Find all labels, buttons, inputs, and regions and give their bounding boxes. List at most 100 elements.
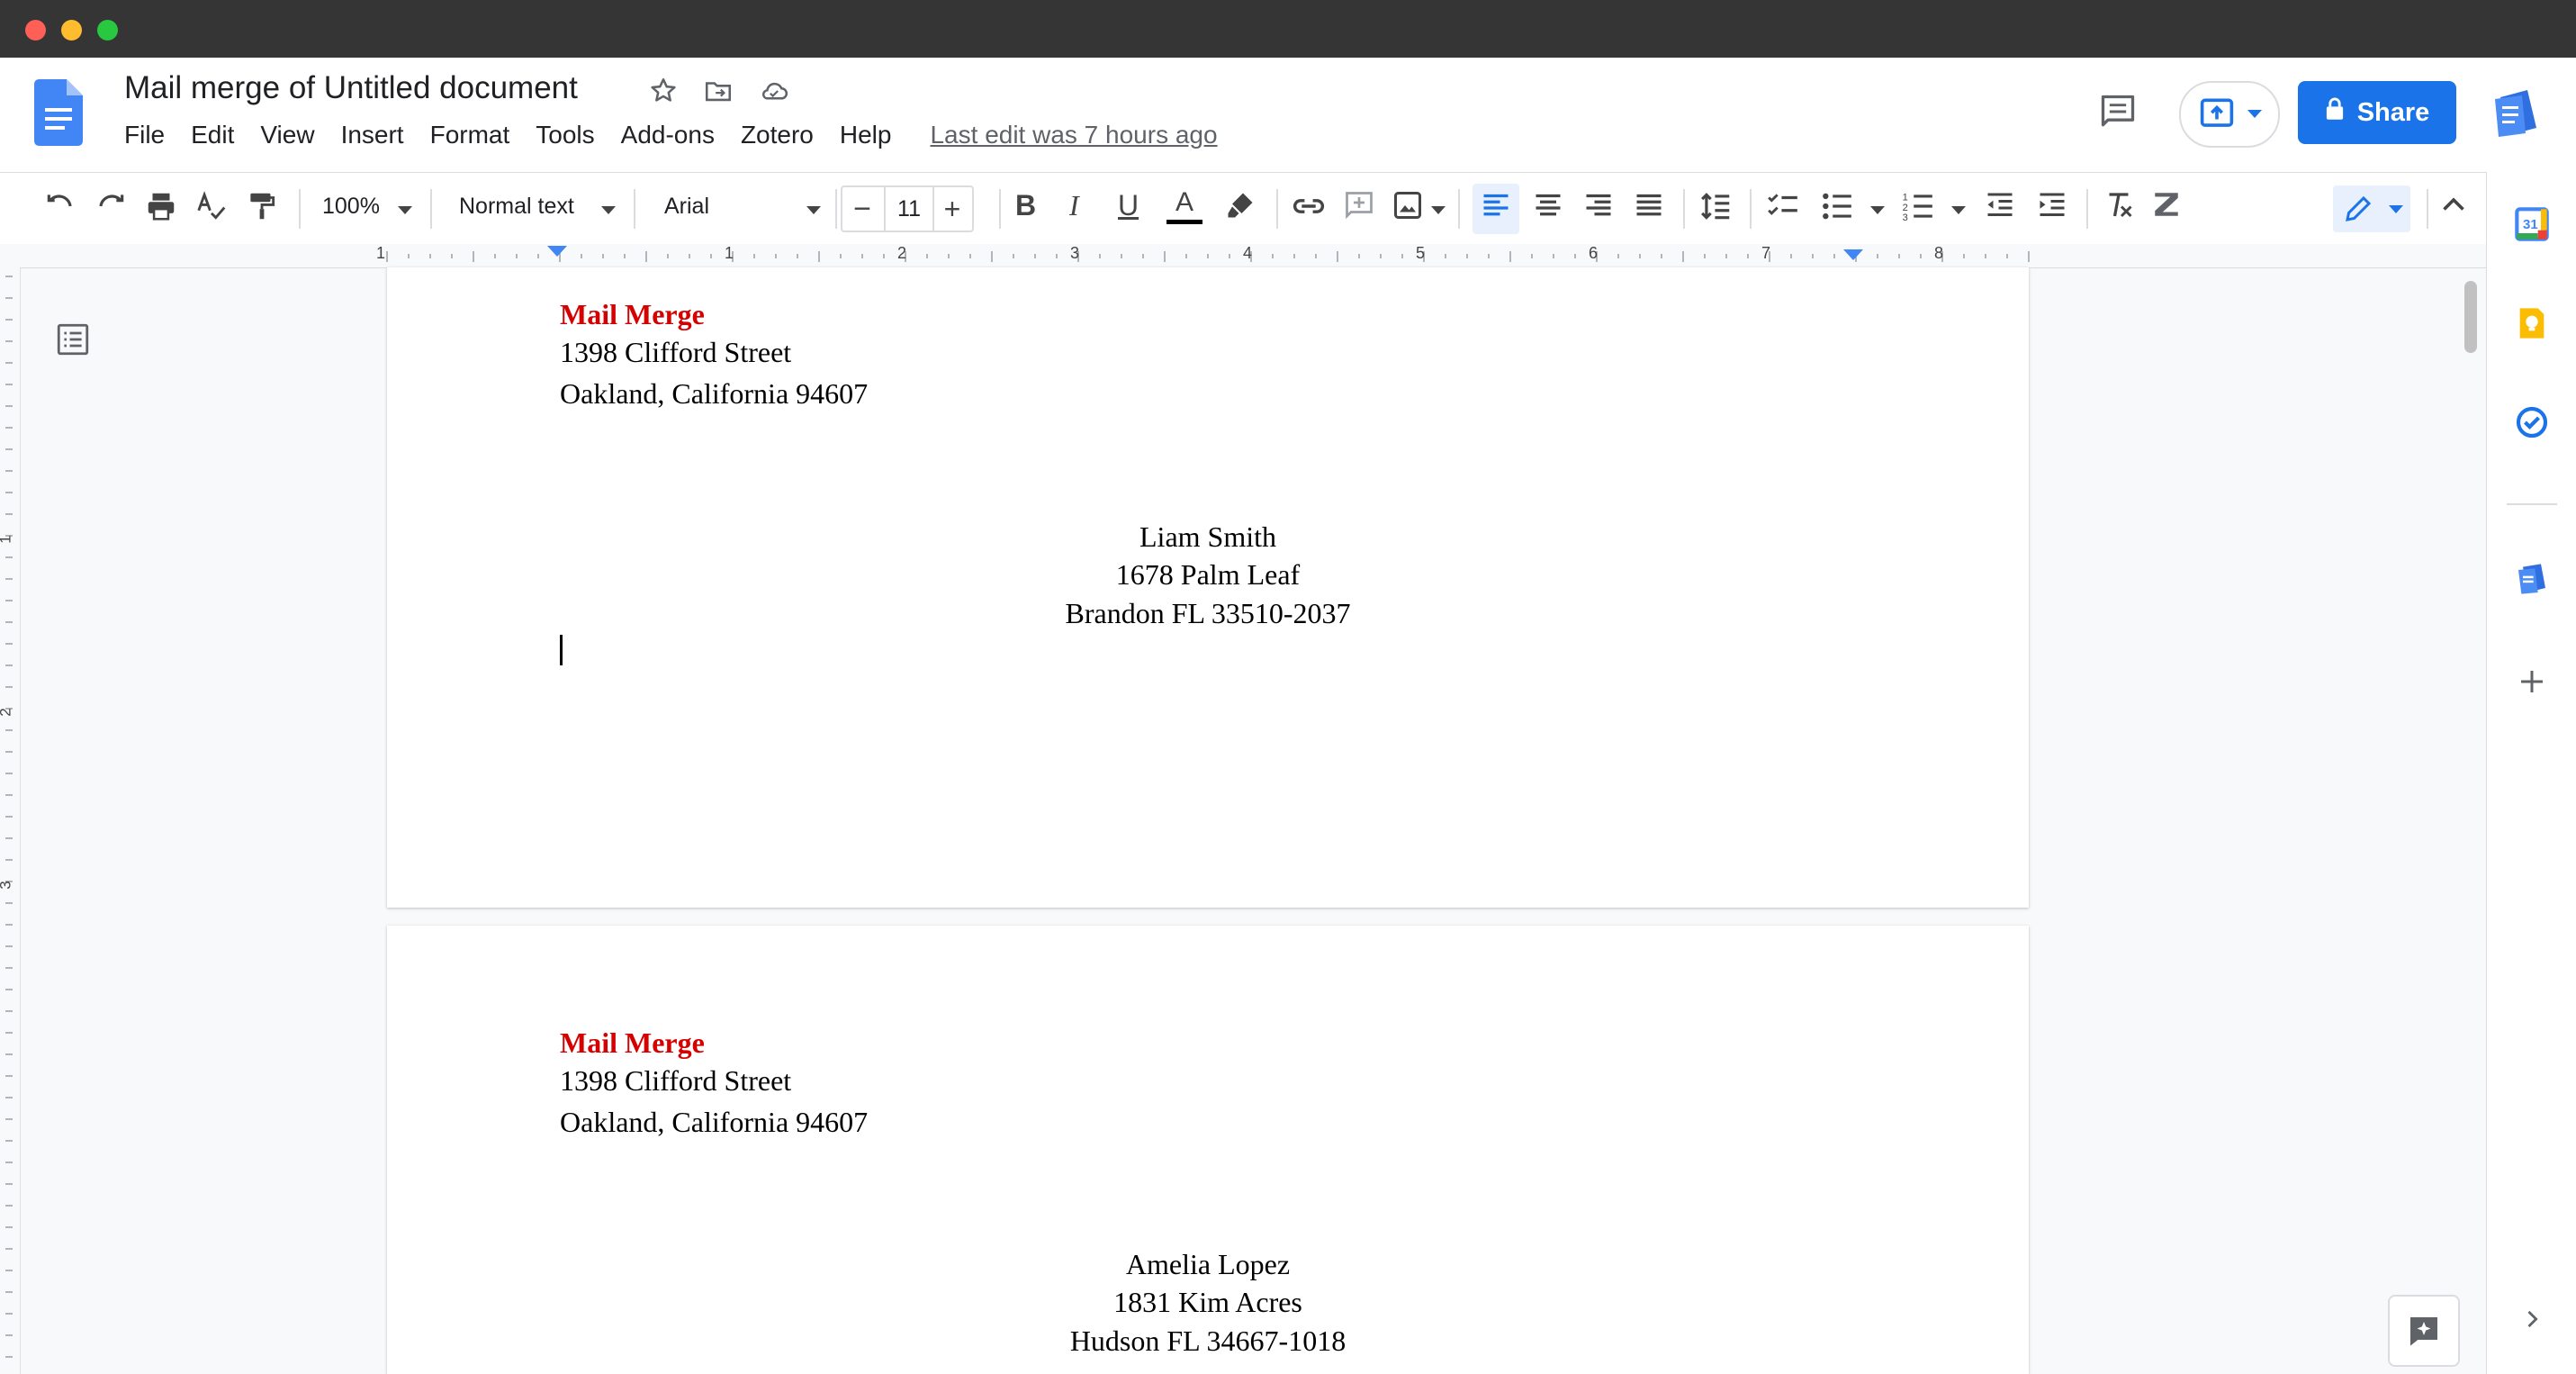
undo-icon[interactable]	[43, 189, 77, 223]
ruler-number: 1	[725, 244, 734, 262]
horizontal-ruler[interactable]: 1 1 2 3 4 5 6 7 8	[0, 244, 2486, 268]
spellcheck-icon[interactable]	[194, 189, 229, 223]
line-spacing-icon[interactable]	[1699, 189, 1734, 223]
scrollbar-thumb[interactable]	[2464, 281, 2477, 353]
menu-addons[interactable]: Add-ons	[621, 121, 715, 149]
present-icon	[2199, 97, 2235, 134]
menu-file[interactable]: File	[124, 121, 165, 149]
move-folder-icon[interactable]	[703, 76, 734, 111]
sender-street: 1398 Clifford Street	[560, 1064, 792, 1097]
ruler-number: 8	[1934, 244, 1944, 262]
checklist-icon[interactable]	[1766, 189, 1800, 223]
right-indent-marker[interactable]	[1843, 249, 1863, 260]
document-page[interactable]: Mail Merge 1398 Clifford Street Oakland,…	[387, 926, 2029, 1374]
document-page[interactable]: Mail Merge 1398 Clifford Street Oakland,…	[387, 267, 2029, 908]
recipient-name: Amelia Lopez	[1125, 1248, 1291, 1280]
bold-icon[interactable]: B	[1015, 189, 1036, 222]
toolbar-divider	[1276, 189, 1278, 229]
editing-mode-button[interactable]	[2333, 185, 2410, 232]
menu-insert[interactable]: Insert	[341, 121, 404, 149]
tasks-icon[interactable]	[2514, 404, 2550, 445]
menu-zotero[interactable]: Zotero	[741, 121, 814, 149]
bulleted-list-icon[interactable]	[1820, 189, 1854, 223]
docs-logo-icon[interactable]	[34, 79, 83, 150]
redo-icon[interactable]	[94, 189, 128, 223]
last-edit-link[interactable]: Last edit was 7 hours ago	[930, 121, 1217, 149]
toolbar-divider	[1683, 189, 1685, 229]
italic-icon[interactable]: I	[1069, 189, 1079, 222]
vertical-ruler[interactable]: 1 2 3	[0, 267, 21, 1374]
insert-image-icon[interactable]	[1392, 189, 1424, 221]
document-title[interactable]: Mail merge of Untitled document	[124, 70, 578, 106]
recipient-city: Hudson FL 34667-1018	[1069, 1324, 1347, 1357]
menu-format[interactable]: Format	[430, 121, 510, 149]
font-select[interactable]: Arial	[664, 194, 709, 220]
calendar-icon[interactable]: 31	[2514, 206, 2550, 247]
justify-icon[interactable]	[1633, 189, 1665, 221]
present-dropdown-icon[interactable]	[2247, 110, 2262, 118]
clear-formatting-icon[interactable]	[2103, 189, 2135, 221]
increase-font-size-button[interactable]: +	[932, 187, 972, 231]
zotero-icon[interactable]	[2151, 189, 2182, 220]
document-outline-icon[interactable]	[54, 321, 92, 363]
menu-view[interactable]: View	[260, 121, 314, 149]
expand-panel-icon[interactable]	[2519, 1306, 2544, 1336]
keep-icon[interactable]	[2514, 305, 2550, 346]
paragraph-style-select[interactable]: Normal text	[459, 194, 574, 220]
bulleted-list-dropdown-icon[interactable]	[1870, 206, 1885, 214]
sender-name: Mail Merge	[560, 298, 705, 330]
align-right-icon[interactable]	[1582, 189, 1615, 221]
underline-icon[interactable]: U	[1118, 189, 1139, 222]
recipient-name: Liam Smith	[1139, 520, 1276, 553]
sender-name: Mail Merge	[560, 1026, 705, 1059]
highlight-color-icon[interactable]	[1224, 189, 1256, 221]
numbered-list-dropdown-icon[interactable]	[1951, 206, 1966, 214]
svg-text:31: 31	[2523, 217, 2538, 232]
toolbar-divider	[1458, 189, 1460, 229]
menu-help[interactable]: Help	[840, 121, 892, 149]
insert-link-icon[interactable]	[1291, 189, 1327, 223]
paint-format-icon[interactable]	[245, 189, 279, 223]
star-icon[interactable]	[648, 76, 679, 111]
left-indent-marker[interactable]	[547, 246, 567, 257]
share-label: Share	[2356, 97, 2430, 127]
vruler-number: 3	[0, 881, 15, 889]
text-cursor	[560, 635, 563, 665]
cloud-status-icon[interactable]	[758, 76, 790, 111]
maximize-window-button[interactable]	[97, 20, 118, 41]
add-comment-icon[interactable]	[1343, 189, 1375, 221]
close-window-button[interactable]	[25, 20, 46, 41]
minimize-window-button[interactable]	[61, 20, 82, 41]
numbered-list-icon[interactable]: 123	[1901, 189, 1935, 223]
comment-history-icon[interactable]	[2097, 92, 2139, 136]
font-dropdown-icon[interactable]	[806, 206, 821, 214]
add-icon[interactable]	[2516, 665, 2548, 702]
vruler-number: 1	[0, 535, 15, 543]
side-panel-divider	[2507, 503, 2557, 505]
text-color-icon[interactable]: A	[1166, 189, 1202, 224]
style-dropdown-icon[interactable]	[601, 206, 616, 214]
share-button[interactable]: Share	[2298, 81, 2456, 144]
zoom-dropdown-icon[interactable]	[398, 206, 412, 214]
align-left-icon[interactable]	[1480, 189, 1512, 221]
decrease-indent-icon[interactable]	[1984, 189, 2016, 221]
print-icon[interactable]	[144, 189, 178, 223]
docs-addon-icon[interactable]	[2514, 561, 2550, 601]
vruler-ticks	[5, 276, 13, 1358]
present-button[interactable]	[2179, 81, 2280, 148]
menu-edit[interactable]: Edit	[191, 121, 234, 149]
increase-indent-icon[interactable]	[2036, 189, 2068, 221]
font-size-input[interactable]: 11	[884, 187, 934, 231]
formatting-toolbar: 100% Normal text Arial − 11 + B I U A 1 …	[0, 172, 2486, 246]
account-avatar[interactable]	[2491, 86, 2545, 143]
align-center-icon[interactable]	[1532, 189, 1564, 221]
explore-button[interactable]	[2388, 1295, 2460, 1367]
menu-tools[interactable]: Tools	[536, 121, 594, 149]
editing-mode-dropdown-icon	[2389, 205, 2403, 213]
toolbar-divider	[2086, 189, 2088, 229]
zoom-select[interactable]: 100%	[322, 194, 380, 220]
decrease-font-size-button[interactable]: −	[842, 187, 882, 231]
recipient-street: 1678 Palm Leaf	[1115, 558, 1301, 591]
image-dropdown-icon[interactable]	[1431, 206, 1446, 214]
collapse-toolbar-icon[interactable]	[2437, 189, 2470, 221]
